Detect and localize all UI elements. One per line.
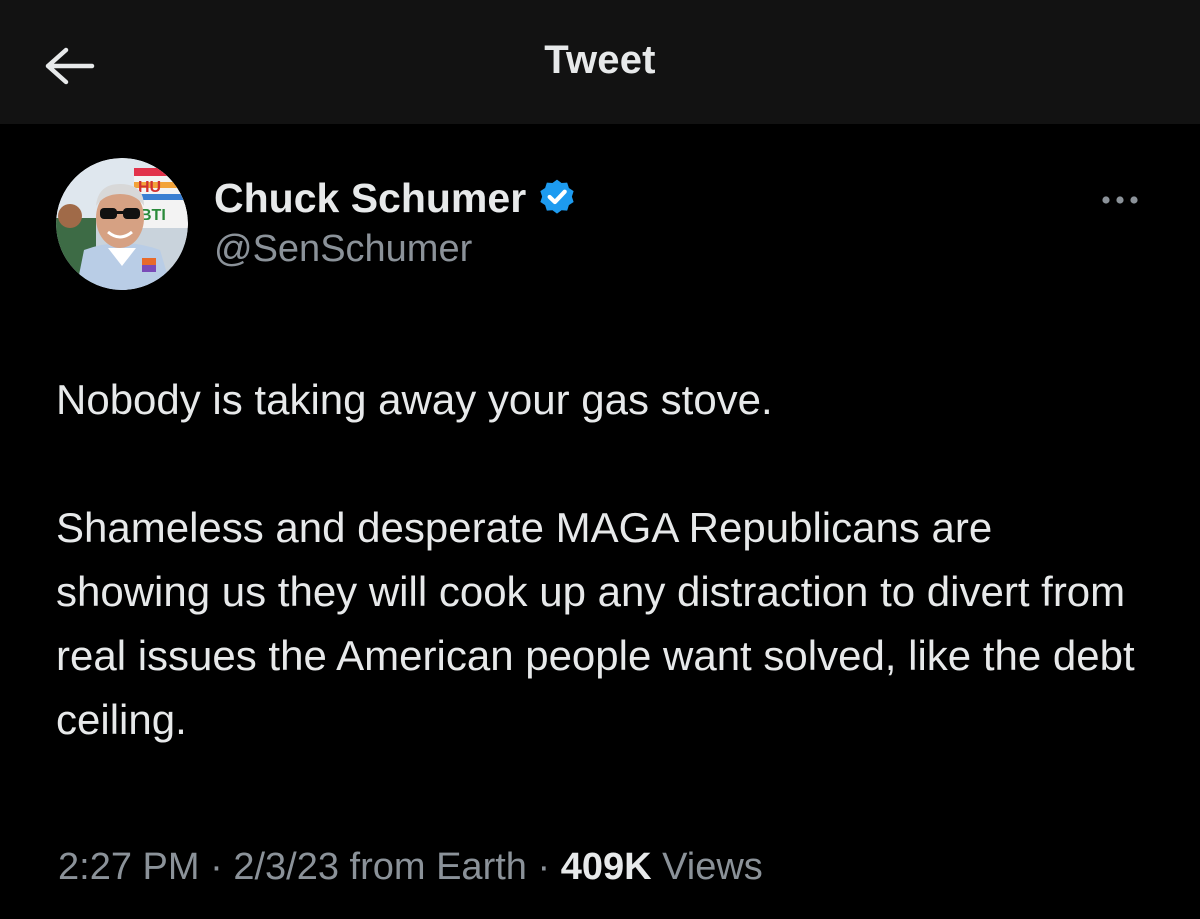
more-options-button[interactable] xyxy=(1096,180,1144,220)
author-name[interactable]: Chuck Schumer xyxy=(214,175,526,222)
tweet-paragraph: Nobody is taking away your gas stove. xyxy=(56,376,773,423)
top-bar: Tweet xyxy=(0,0,1200,124)
avatar[interactable]: HU BTI xyxy=(56,158,188,290)
tweet-meta: 2:27 PM · 2/3/23 from Earth · 409K Views xyxy=(58,846,763,889)
author-handle[interactable]: @SenSchumer xyxy=(214,228,472,271)
avatar-photo: HU BTI xyxy=(56,158,188,290)
meta-separator: · xyxy=(526,846,561,888)
verified-badge-icon xyxy=(540,179,574,214)
tweet-date[interactable]: 2/3/23 xyxy=(233,846,339,888)
views-label: Views xyxy=(662,846,763,888)
tweet-time[interactable]: 2:27 PM xyxy=(58,846,200,888)
more-horizontal-icon xyxy=(1102,196,1138,204)
meta-separator: · xyxy=(199,846,234,888)
page-title: Tweet xyxy=(544,38,656,82)
views-count[interactable]: 409K xyxy=(561,846,652,888)
tweet-paragraph: Shameless and desperate MAGA Republicans… xyxy=(56,504,1135,743)
avatar-sign-text: HU xyxy=(138,179,161,196)
tweet-source: from Earth xyxy=(349,846,527,888)
author-name-row: Chuck Schumer xyxy=(214,172,578,224)
tweet-text: Nobody is taking away your gas stove. Sh… xyxy=(56,368,1156,752)
